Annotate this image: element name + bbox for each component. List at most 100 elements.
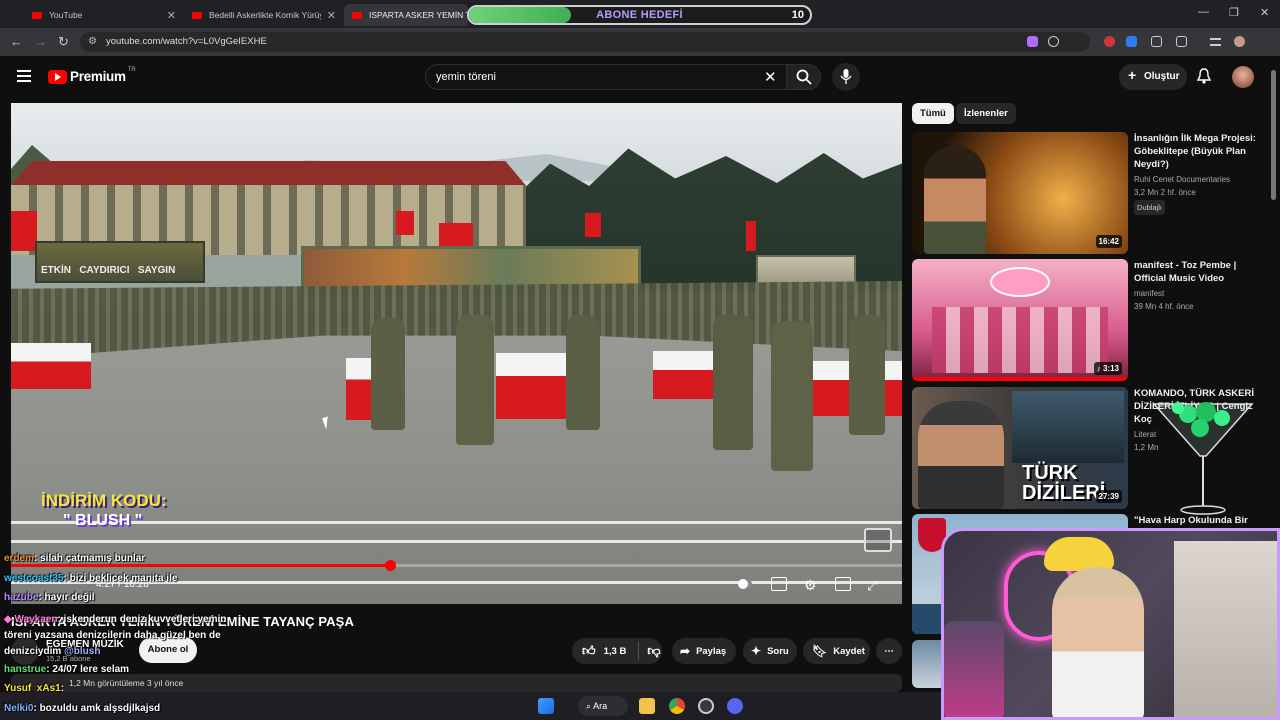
search-input[interactable]: yemin töreni bbox=[425, 64, 787, 90]
voice-search-button[interactable] bbox=[832, 63, 860, 91]
hamburger-menu-icon[interactable] bbox=[17, 70, 31, 82]
search-button[interactable] bbox=[786, 64, 821, 90]
description-box[interactable]: 1,2 Mn görüntüleme 3 yıl önce bbox=[11, 674, 902, 692]
share-button[interactable]: ➦ Paylaş bbox=[672, 638, 736, 664]
sparkle-icon: ✦ bbox=[751, 644, 762, 658]
recommended-title[interactable]: "Hava Harp Okulunda Bir bbox=[1134, 514, 1266, 527]
watched-bar bbox=[912, 377, 1128, 381]
soldier-figure bbox=[713, 315, 753, 450]
chat-message: westcoast35: bizi beklicek manita ile bbox=[4, 573, 177, 584]
forward-icon[interactable]: → bbox=[34, 34, 47, 49]
chat-badge-icon: ◆ bbox=[4, 614, 15, 625]
promo-code-label: İNDİRİM KODU: bbox=[41, 491, 167, 510]
url-field[interactable]: ⚙ youtube.com/watch?v=L0VgGeIEXHE bbox=[80, 32, 1090, 52]
discord-icon[interactable] bbox=[727, 698, 743, 714]
tab-isparta[interactable]: ISPARTA ASKER YEMİN TÖR bbox=[344, 4, 468, 26]
profile-avatar-icon[interactable] bbox=[1234, 36, 1245, 47]
recommended-thumbnail[interactable]: TÜRK DİZİLERİ 27:39 bbox=[912, 387, 1128, 509]
soldier-figure bbox=[849, 315, 885, 435]
logo-region: TR bbox=[127, 66, 136, 73]
recommended-title[interactable]: İnsanlığın İlk Mega Projesi: Göbeklitepe… bbox=[1134, 132, 1266, 171]
chip-all[interactable]: Tümü bbox=[912, 103, 954, 124]
recommended-channel[interactable]: manifest bbox=[1134, 287, 1164, 300]
ground-line bbox=[11, 521, 902, 524]
windows-start-icon[interactable] bbox=[538, 698, 554, 714]
tab-youtube[interactable]: YouTube ✕ bbox=[24, 4, 184, 26]
close-tab-icon[interactable]: ✕ bbox=[321, 9, 336, 22]
close-window-icon[interactable]: ✕ bbox=[1260, 6, 1269, 19]
like-count[interactable]: 1,3 B bbox=[604, 646, 627, 657]
streamer-figure bbox=[1052, 567, 1144, 717]
chat-text: : silah çatmamış bunlar bbox=[34, 553, 146, 564]
chat-user: Waykaen bbox=[14, 614, 58, 625]
maximize-icon[interactable]: ❐ bbox=[1229, 6, 1239, 19]
view-meta: 1,2 Mn görüntüleme 3 yıl önce bbox=[69, 678, 184, 688]
recommended-meta: 3,2 Mn 2 hf. önce bbox=[1134, 188, 1196, 197]
like-dislike-group: 👍︎ 1,3 B 👎︎ bbox=[572, 638, 662, 664]
notifications-bell-icon[interactable] bbox=[1197, 68, 1211, 84]
reload-icon[interactable]: ↻ bbox=[58, 34, 69, 50]
youtube-favicon-icon bbox=[32, 11, 42, 19]
recommended-title[interactable]: manifest - Toz Pembe | Official Music Vi… bbox=[1134, 259, 1266, 285]
channel-watermark-icon[interactable] bbox=[864, 528, 892, 552]
duration-badge: ♪ 3:13 bbox=[1093, 362, 1122, 375]
account-avatar[interactable] bbox=[1232, 66, 1254, 88]
youtube-favicon-icon bbox=[192, 11, 202, 19]
site-info-icon[interactable]: ⚙ bbox=[88, 36, 97, 47]
cast-icon[interactable] bbox=[1027, 36, 1038, 47]
dislike-icon[interactable]: 👎︎ bbox=[647, 643, 660, 659]
chip-watched[interactable]: İzlenenler bbox=[956, 103, 1016, 124]
like-icon[interactable]: 👍︎ bbox=[582, 643, 596, 659]
extensions-puzzle-icon[interactable] bbox=[1176, 36, 1187, 47]
file-explorer-icon[interactable] bbox=[639, 698, 655, 714]
search-icon: ⌕ bbox=[586, 701, 592, 711]
banner-text: ETKİN CAYDIRICI SAYGIN bbox=[41, 265, 176, 276]
clear-search-icon[interactable]: ✕ bbox=[764, 68, 777, 86]
minimize-icon[interactable]: — bbox=[1198, 6, 1209, 18]
save-button[interactable]: 🔖︎ Kaydet bbox=[803, 638, 870, 664]
recommended-channel[interactable]: Ruhi Cenet Documentaries bbox=[1134, 173, 1230, 186]
subtitles-icon[interactable] bbox=[771, 577, 787, 591]
webcam-chair bbox=[944, 621, 1004, 717]
page-scrollbar[interactable] bbox=[1271, 70, 1276, 200]
tab-title: Bedelli Askerlikte Komik Yürüyü bbox=[209, 10, 321, 20]
fullscreen-icon[interactable]: ⤢ bbox=[867, 577, 883, 593]
create-button[interactable]: + Oluştur bbox=[1119, 64, 1187, 90]
soldier-figure bbox=[371, 318, 405, 430]
autoplay-toggle-icon[interactable] bbox=[738, 577, 754, 591]
extension-blue-icon[interactable] bbox=[1126, 36, 1137, 47]
url-text: youtube.com/watch?v=L0VgGeIEXHE bbox=[106, 36, 267, 47]
close-tab-icon[interactable]: ✕ bbox=[161, 9, 176, 22]
recommended-thumbnail[interactable]: 16:42 bbox=[912, 132, 1128, 254]
youtube-premium-logo[interactable]: Premium TR bbox=[48, 66, 136, 84]
back-icon[interactable]: ← bbox=[10, 34, 23, 49]
presenter-figure bbox=[918, 401, 1004, 509]
eye-off-icon[interactable] bbox=[1048, 36, 1059, 47]
taskbar-search[interactable]: ⌕ Ara bbox=[578, 696, 628, 716]
settings-gear-icon[interactable]: ⚙ bbox=[804, 577, 820, 592]
share-label: Paylaş bbox=[696, 645, 727, 657]
extension-red-icon[interactable] bbox=[1104, 36, 1115, 47]
obs-icon[interactable] bbox=[698, 698, 714, 714]
more-actions-button[interactable]: ⋯ bbox=[876, 638, 902, 664]
ask-button[interactable]: ✦ Soru bbox=[743, 638, 797, 664]
address-bar-row: ← → ↻ ⚙ youtube.com/watch?v=L0VgGeIEXHE … bbox=[0, 28, 1280, 75]
chat-user: hanstrue bbox=[4, 664, 47, 675]
goal-value: 10 bbox=[791, 9, 804, 21]
reading-list-icon[interactable] bbox=[1210, 38, 1221, 46]
extension-shield-icon[interactable] bbox=[1151, 36, 1162, 47]
duration-badge: 16:42 bbox=[1095, 235, 1122, 248]
chrome-icon[interactable] bbox=[669, 698, 685, 714]
video-progress-bar[interactable] bbox=[11, 560, 902, 571]
flag-icon bbox=[746, 221, 756, 251]
recommended-thumbnail[interactable]: ♪ 3:13 bbox=[912, 259, 1128, 381]
tab-bedelli[interactable]: Bedelli Askerlikte Komik Yürüyü ✕ bbox=[184, 4, 344, 26]
chat-message: Nelki0: bozuldu amk alşsdjlkajsd bbox=[4, 703, 160, 714]
more-icon: ⋯ bbox=[884, 645, 894, 657]
chat-text: : 24/07 lere selam bbox=[46, 664, 130, 675]
theater-mode-icon[interactable] bbox=[835, 577, 851, 591]
progress-scrubber[interactable] bbox=[384, 560, 396, 571]
video-player[interactable]: ETKİN CAYDIRICI SAYGIN İNDİRİM KODU: " B… bbox=[11, 103, 902, 604]
progress-played bbox=[11, 564, 390, 567]
streamer-webcam bbox=[941, 528, 1280, 720]
